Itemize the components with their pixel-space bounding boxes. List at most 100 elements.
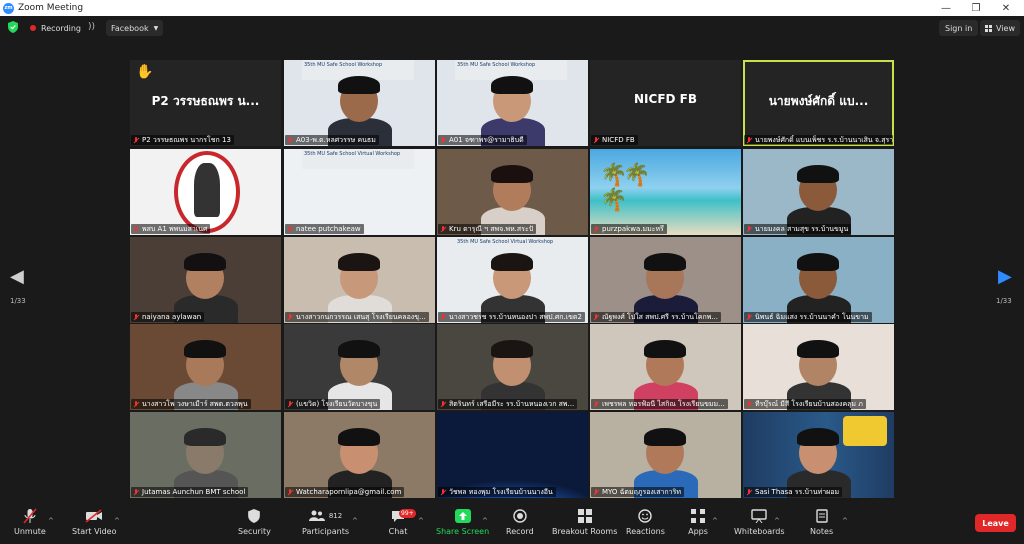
participant-tile[interactable]: ทีรบุ๊รณ์ มีสี โรงเรียนบ้านสองคลุม ภ bbox=[743, 324, 894, 410]
sign-in-button[interactable]: Sign in bbox=[939, 20, 979, 36]
zoom-logo-icon: zm bbox=[3, 2, 14, 14]
participant-name: Sasi Thasa รร.บ้านท่าผอม bbox=[755, 487, 840, 496]
participant-tile[interactable]: Watcharapornlipa@gmail.com bbox=[284, 412, 435, 498]
participant-video bbox=[743, 412, 894, 498]
breakout-rooms-button[interactable]: Breakout Rooms bbox=[552, 507, 617, 543]
participant-tile[interactable]: วัชพล ทองพุม โรงเรียนบ้านนางอีน bbox=[437, 412, 588, 498]
participant-hair bbox=[644, 428, 686, 446]
record-button[interactable]: Record bbox=[506, 507, 534, 543]
apps-label: Apps bbox=[688, 527, 708, 536]
participant-tile[interactable]: นางสาวกนกวรรณ เสนสุ โรงเรียนคลองขุ... bbox=[284, 237, 435, 323]
participant-tile[interactable]: Jutamas Aunchun BMT school bbox=[130, 412, 281, 498]
whiteboards-button[interactable]: Whiteboards bbox=[734, 507, 785, 543]
participant-hair bbox=[184, 253, 226, 271]
participant-name-label: นางสาวโพ วงษาเมืาร์ สพต.ตวลพุน bbox=[131, 399, 251, 409]
reactions-smiley-icon bbox=[635, 507, 655, 525]
participant-tile[interactable]: 35th MU Safe School Workshop A03-พ.ต.หลศว… bbox=[284, 60, 435, 146]
participant-name-label: วัชพล ทองพุม โรงเรียนบ้านนางอีน bbox=[438, 487, 556, 497]
meeting-toolbar: Unmute ^ Start Video ^ Security 812 Part… bbox=[0, 503, 1024, 544]
shield-icon bbox=[244, 507, 264, 525]
participant-tile[interactable]: naiyana aylawan bbox=[130, 237, 281, 323]
participant-tile[interactable]: MYO ฉัตมฤภูรองเสาการิท bbox=[590, 412, 741, 498]
muted-mic-icon bbox=[593, 313, 599, 321]
participants-button[interactable]: 812 Participants bbox=[302, 507, 349, 543]
previous-page-arrow-icon[interactable]: ◀ bbox=[10, 266, 24, 287]
whiteboard-icon bbox=[749, 507, 769, 525]
participant-tile[interactable]: 35th MU Safe School Virtual Workshop นางส… bbox=[437, 237, 588, 323]
participant-hair bbox=[338, 76, 380, 94]
participant-name-label: Watcharapornlipa@gmail.com bbox=[285, 487, 405, 497]
page-indicator-right: 1/33 bbox=[996, 297, 1012, 305]
maximize-button[interactable]: ❐ bbox=[961, 0, 991, 16]
muted-mic-icon bbox=[746, 313, 752, 321]
security-label: Security bbox=[238, 527, 271, 536]
participant-name: พสบ A1 พพนมสาเนศ bbox=[142, 224, 208, 233]
participant-tile[interactable]: นายพงษ์ศักดิ์ แบ... นายพงษ์ศักดิ์ แบนเพ็ช… bbox=[743, 60, 894, 146]
share-caret-icon[interactable]: ^ bbox=[482, 517, 488, 525]
apps-button[interactable]: Apps bbox=[688, 507, 708, 543]
share-screen-button[interactable]: Share Screen bbox=[436, 507, 489, 543]
participant-video bbox=[130, 324, 281, 410]
start-video-button[interactable]: Start Video bbox=[72, 507, 117, 543]
muted-mic-icon bbox=[287, 488, 293, 496]
participant-tile[interactable]: นางสาวโพ วงษาเมืาร์ สพต.ตวลพุน bbox=[130, 324, 281, 410]
participant-name-label: นิพนธ์ ฉิมแสง รร.บ้านนาคำ โนนขาม bbox=[744, 312, 872, 322]
participant-name-label: Jutamas Aunchun BMT school bbox=[131, 487, 249, 497]
chat-caret-icon[interactable]: ^ bbox=[418, 517, 424, 525]
notes-button[interactable]: Notes bbox=[810, 507, 833, 543]
logo-emblem bbox=[194, 163, 220, 217]
participant-name-label: เพชรพล หอรฟ้อนี ไสกิณ โรงเรียนขมม... bbox=[591, 399, 728, 409]
earth-background bbox=[437, 412, 588, 498]
muted-mic-icon bbox=[287, 225, 293, 233]
muted-mic-icon bbox=[133, 488, 139, 496]
participant-tile[interactable]: ณัฐพงศ์ โปใส สพป.ศรี รร.บ้านโคกพ... bbox=[590, 237, 741, 323]
participant-tile[interactable]: นิพนธ์ ฉิมแสง รร.บ้านนาคำ โนนขาม bbox=[743, 237, 894, 323]
participant-tile[interactable]: NICFD FB NICFD FB bbox=[590, 60, 741, 146]
next-page-arrow-icon[interactable]: ▶ bbox=[998, 266, 1012, 287]
participant-name: purzpakwa.มมะหรึ bbox=[602, 224, 664, 233]
apps-caret-icon[interactable]: ^ bbox=[712, 517, 718, 525]
facebook-stream-dropdown[interactable]: Facebook ▼ bbox=[106, 20, 164, 36]
participants-caret-icon[interactable]: ^ bbox=[352, 517, 358, 525]
reactions-label: Reactions bbox=[626, 527, 665, 536]
participant-tile[interactable]: 35th MU Safe School Workshop A01 จฑาพร@รา… bbox=[437, 60, 588, 146]
participant-tile[interactable]: Sasi Thasa รร.บ้านท่าผอม bbox=[743, 412, 894, 498]
participant-name-label: NICFD FB bbox=[591, 135, 638, 145]
view-button[interactable]: View bbox=[980, 20, 1020, 36]
reactions-button[interactable]: Reactions bbox=[626, 507, 665, 543]
participant-name: ทีรบุ๊รณ์ มีสี โรงเรียนบ้านสองคลุม ภ bbox=[755, 399, 863, 408]
participant-hair bbox=[491, 253, 533, 271]
whiteboards-caret-icon[interactable]: ^ bbox=[774, 517, 780, 525]
breakout-rooms-icon bbox=[575, 507, 595, 525]
participant-tile[interactable]: 35th MU Safe School Virtual Workshop nate… bbox=[284, 149, 435, 235]
participant-tile[interactable]: Kru ดารุณี ฯ สพจ.พห.สระปั bbox=[437, 149, 588, 235]
participant-name: natee putchakeaw bbox=[296, 225, 361, 233]
leave-button[interactable]: Leave bbox=[975, 514, 1016, 532]
unmute-button[interactable]: Unmute bbox=[14, 507, 46, 543]
video-options-caret-icon[interactable]: ^ bbox=[114, 517, 120, 525]
audio-options-caret-icon[interactable]: ^ bbox=[48, 517, 54, 525]
participants-count: 812 bbox=[328, 512, 343, 520]
participant-tile[interactable]: P2 วรรษธณพร น... ✋ P2 วรรษธณพร นากรโชก 13 bbox=[130, 60, 281, 146]
participant-name: NICFD FB bbox=[602, 136, 635, 144]
participant-tile[interactable]: นายมงคล สามสุข รร.บ้านขมูน bbox=[743, 149, 894, 235]
participant-tile[interactable]: พสบ A1 พพนมสาเนศ bbox=[130, 149, 281, 235]
minimize-button[interactable]: — bbox=[931, 0, 961, 16]
recording-indicator[interactable]: Recording bbox=[26, 20, 85, 36]
muted-mic-icon bbox=[133, 400, 139, 408]
participant-display-name: นายพงษ์ศักดิ์ แบ... bbox=[768, 94, 869, 108]
security-button[interactable]: Security bbox=[238, 507, 271, 543]
security-shield-icon[interactable] bbox=[8, 21, 18, 33]
participant-tile[interactable]: (แขวิด) โรงเรียนวัดบางขุน bbox=[284, 324, 435, 410]
participant-tile[interactable]: 🌴🌴🌴 purzpakwa.มมะหรึ bbox=[590, 149, 741, 235]
participant-tile[interactable]: เพชรพล หอรฟ้อนี ไสกิณ โรงเรียนขมม... bbox=[590, 324, 741, 410]
muted-mic-icon bbox=[440, 488, 446, 496]
grid-view-icon bbox=[985, 24, 992, 32]
close-button[interactable]: ✕ bbox=[991, 0, 1021, 16]
participant-name-label: naiyana aylawan bbox=[131, 312, 205, 322]
workshop-banner: 35th MU Safe School Virtual Workshop bbox=[302, 149, 414, 169]
notes-caret-icon[interactable]: ^ bbox=[842, 517, 848, 525]
participant-hair bbox=[644, 340, 686, 358]
participant-tile[interactable]: สิตรินทร์ เสรีอมีระ รร.บ้านหนองเวก สพ... bbox=[437, 324, 588, 410]
participant-video bbox=[437, 324, 588, 410]
